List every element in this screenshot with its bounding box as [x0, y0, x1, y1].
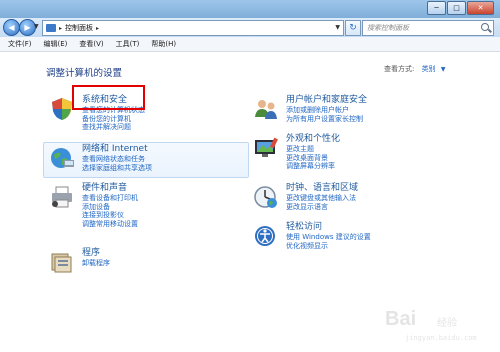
baidu-watermark: Bai 经验 jingyan.baidu.com	[385, 308, 495, 346]
link-devices-printers[interactable]: 查看设备和打印机	[82, 194, 138, 203]
search-icon[interactable]	[481, 23, 489, 31]
link-windows-suggested-settings[interactable]: 使用 Windows 建议的设置	[286, 233, 371, 242]
breadcrumb-separator[interactable]: ▸	[96, 25, 99, 32]
close-button[interactable]: ✕	[467, 1, 494, 15]
view-by-dropdown-icon[interactable]: ▼	[441, 66, 446, 73]
menu-help[interactable]: 帮助(H)	[151, 39, 176, 49]
watermark-word: 经验	[437, 318, 457, 329]
search-placeholder: 搜索控制面板	[367, 24, 409, 32]
forward-arrow-icon: ▶	[24, 22, 31, 32]
title-bar: ─ □ ✕	[0, 0, 500, 18]
link-add-remove-accounts[interactable]: 添加或删除用户帐户	[286, 106, 367, 115]
search-box[interactable]: 搜索控制面板	[362, 20, 494, 36]
link-adjust-resolution[interactable]: 调整屏幕分辨率	[286, 162, 340, 171]
category-title-hardware-sound[interactable]: 硬件和声音	[82, 183, 138, 194]
back-arrow-icon: ◀	[8, 22, 15, 32]
menu-edit[interactable]: 编辑(E)	[44, 39, 68, 49]
ease-of-access-icon[interactable]	[253, 224, 279, 248]
page-title: 调整计算机的设置	[46, 68, 123, 79]
breadcrumb-separator: ▸	[59, 24, 63, 32]
monitor-paint-icon[interactable]	[253, 136, 279, 160]
category-ease-of-access: 轻松访问 使用 Windows 建议的设置 优化视频显示	[255, 222, 371, 251]
watermark-brand: Bai	[385, 308, 417, 330]
link-view-network-status[interactable]: 查看网络状态和任务	[82, 155, 152, 164]
red-highlight-box	[72, 85, 145, 110]
control-panel-folder-icon	[46, 24, 56, 32]
category-title-ease-of-access[interactable]: 轻松访问	[286, 222, 371, 233]
link-uninstall-program[interactable]: 卸载程序	[82, 259, 110, 268]
category-appearance: 外观和个性化 更改主题 更改桌面背景 调整屏幕分辨率	[255, 134, 340, 171]
category-network-internet: 网络和 Internet 查看网络状态和任务 选择家庭组和共享选项	[51, 144, 152, 173]
category-user-accounts: 用户帐户和家庭安全 添加或删除用户帐户 为所有用户设置家长控制	[255, 95, 367, 124]
users-icon[interactable]	[253, 97, 279, 121]
link-parental-controls[interactable]: 为所有用户设置家长控制	[286, 115, 367, 124]
link-backup-computer[interactable]: 备份您的计算机	[82, 115, 145, 124]
menu-file[interactable]: 文件(F)	[8, 39, 32, 49]
category-title-appearance[interactable]: 外观和个性化	[286, 134, 340, 145]
link-change-desktop-background[interactable]: 更改桌面背景	[286, 154, 340, 163]
category-title-programs[interactable]: 程序	[82, 248, 110, 259]
back-button[interactable]: ◀	[3, 19, 20, 36]
category-title-user-accounts[interactable]: 用户帐户和家庭安全	[286, 95, 367, 106]
navigation-bar: ◀ ▶ ▼ ▸ 控制面板 ▸ ▼ ↻ 搜索控制面板	[0, 18, 500, 37]
refresh-button[interactable]: ↻	[345, 20, 361, 36]
control-panel-window: ─ □ ✕ ◀ ▶ ▼ ▸ 控制面板 ▸ ▼ ↻ 搜索控制面板 文件(F) 编辑…	[0, 0, 500, 352]
link-add-device[interactable]: 添加设备	[82, 203, 138, 212]
category-title-clock-language[interactable]: 时钟、语言和区域	[286, 183, 358, 194]
link-optimize-visual-display[interactable]: 优化视频显示	[286, 242, 371, 251]
category-programs: 程序 卸载程序	[51, 248, 110, 273]
watermark-url: jingyan.baidu.com	[405, 334, 477, 342]
globe-network-icon[interactable]	[49, 146, 75, 170]
address-dropdown-icon[interactable]: ▼	[335, 24, 340, 31]
menu-view[interactable]: 查看(V)	[79, 39, 103, 49]
link-change-display-language[interactable]: 更改显示语言	[286, 203, 358, 212]
menu-tools[interactable]: 工具(T)	[116, 39, 140, 49]
window-controls: ─ □ ✕	[427, 1, 494, 15]
clock-globe-icon[interactable]	[253, 185, 279, 209]
link-connect-projector[interactable]: 连接到投影仪	[82, 211, 138, 220]
view-by-control: 查看方式: 类别 ▼	[384, 64, 445, 74]
link-change-keyboard[interactable]: 更改键盘或其他输入法	[286, 194, 358, 203]
breadcrumb-control-panel[interactable]: 控制面板	[65, 23, 93, 33]
category-hardware-sound: 硬件和声音 查看设备和打印机 添加设备 连接到投影仪 调整常用移动设置	[52, 183, 138, 229]
view-by-value[interactable]: 类别	[422, 65, 436, 73]
view-by-label: 查看方式:	[384, 65, 415, 73]
maximize-button[interactable]: □	[447, 1, 466, 15]
category-title-network-internet[interactable]: 网络和 Internet	[82, 144, 152, 155]
menu-bar: 文件(F) 编辑(E) 查看(V) 工具(T) 帮助(H)	[0, 37, 500, 52]
link-mobility-settings[interactable]: 调整常用移动设置	[82, 220, 138, 229]
link-troubleshoot[interactable]: 查找并解决问题	[82, 123, 145, 132]
link-change-theme[interactable]: 更改主题	[286, 145, 340, 154]
address-bar[interactable]: ▸ 控制面板 ▸ ▼	[42, 20, 344, 36]
refresh-icon: ↻	[349, 23, 357, 33]
minimize-button[interactable]: ─	[427, 1, 446, 15]
programs-icon[interactable]	[49, 250, 75, 274]
category-clock-language: 时钟、语言和区域 更改键盘或其他输入法 更改显示语言	[254, 183, 358, 212]
recent-pages-dropdown-icon[interactable]: ▼	[34, 23, 39, 30]
printer-icon[interactable]	[49, 185, 75, 209]
link-homegroup-sharing[interactable]: 选择家庭组和共享选项	[82, 164, 152, 173]
